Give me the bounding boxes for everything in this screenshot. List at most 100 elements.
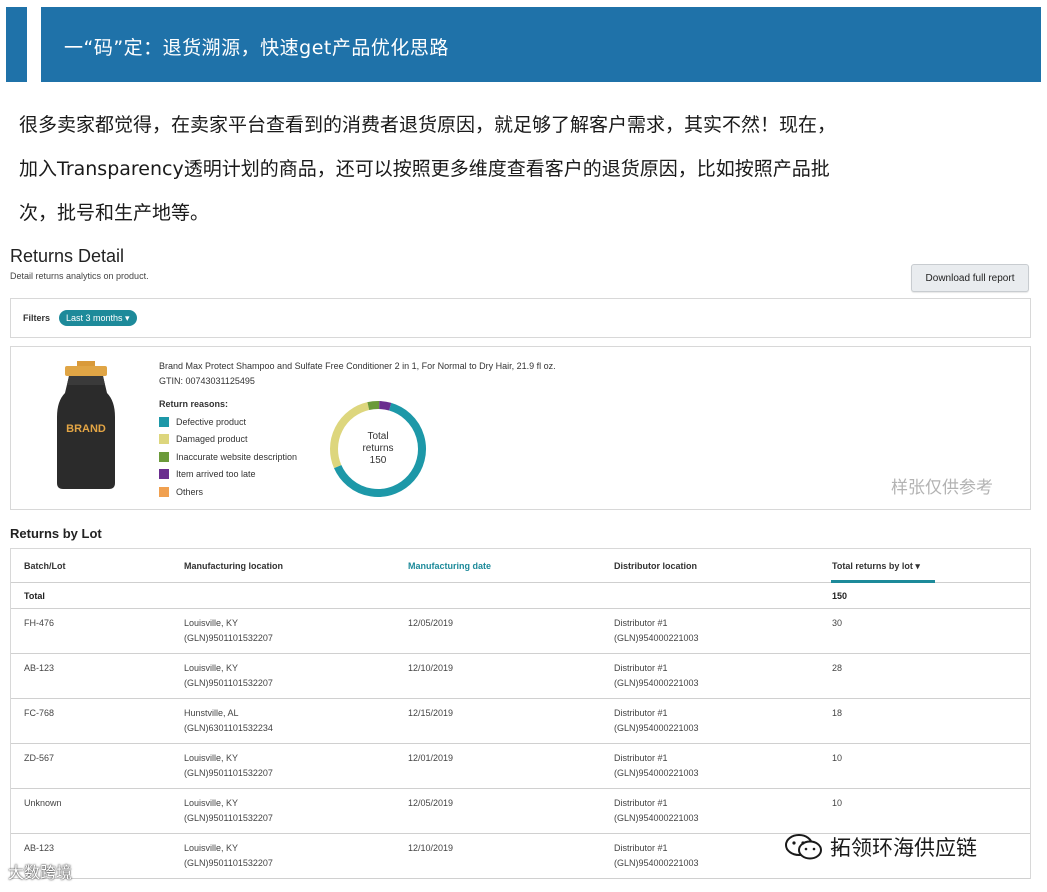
cell-manufacturing-date: 12/01/2019 <box>408 751 453 766</box>
column-manufacturing-date[interactable]: Manufacturing date <box>408 561 491 571</box>
cell-total-returns: 10 <box>832 751 842 766</box>
cell-distributor-location-line: Distributor #1 <box>614 708 668 718</box>
cell-total-returns-line: 18 <box>832 708 843 718</box>
cell-manufacturing-location: Louisville, KY (GLN)9501101532207 <box>184 616 273 646</box>
table-header: Batch/Lot Manufacturing location Manufac… <box>11 549 1030 583</box>
donut-total-label: Total <box>367 431 389 442</box>
cell-manufacturing-date-line: 12/05/2019 <box>408 798 454 808</box>
cell-distributor-location: Distributor #1 (GLN)954000221003 <box>614 661 699 691</box>
cell-manufacturing-date: 12/05/2019 <box>408 616 453 631</box>
legend-label: Defective product <box>176 416 247 427</box>
intro-paragraph: 很多卖家都觉得，在卖家平台查看到的消费者退货原因，就足够了解客户需求，其实不然！… <box>19 103 1029 235</box>
cell-total-returns-line: 10 <box>832 753 843 763</box>
page-title: Returns Detail <box>10 246 125 266</box>
cell-total-returns-line: 10 <box>832 798 843 808</box>
hidden-defs <box>0 238 1 239</box>
intro-line-2: 加入Transparency透明计划的商品，还可以按照更多维度查看客户的退货原因… <box>19 158 830 180</box>
cell-batch-lot-line: AB-123 <box>24 843 55 853</box>
legend-swatch <box>159 486 169 497</box>
source-watermark-right-text: 拓领环海供应链 <box>830 836 977 860</box>
cell-manufacturing-location-line: (GLN)9501101532207 <box>184 858 273 868</box>
cell-distributor-location-line: Distributor #1 <box>614 663 668 673</box>
cell-distributor-location: Distributor #1 (GLN)954000221003 <box>614 841 699 871</box>
cell-manufacturing-date-line: 12/01/2019 <box>408 753 454 763</box>
donut-slice <box>379 401 392 411</box>
column-batch-lot[interactable]: Batch/Lot <box>24 561 66 571</box>
cell-distributor-location: Distributor #1 (GLN)954000221003 <box>614 616 699 646</box>
cell-distributor-location: Distributor #1 (GLN)954000221003 <box>614 751 699 781</box>
cell-distributor-location-line: Distributor #1 <box>614 798 668 808</box>
cell-total-returns: 18 <box>832 706 842 721</box>
column-manufacturing-location[interactable]: Manufacturing location <box>184 561 283 571</box>
cell-batch-lot: FC-768 <box>24 706 54 721</box>
table-total-row: Total 150 <box>11 583 1030 609</box>
cell-batch-lot-line: FC-768 <box>24 708 55 718</box>
product-name: Brand Max Protect Shampoo and Sulfate Fr… <box>159 361 556 371</box>
cell-batch-lot: Unknown <box>24 796 62 811</box>
cell-manufacturing-location: Louisville, KY (GLN)9501101532207 <box>184 796 273 826</box>
cell-distributor-location-line: (GLN)954000221003 <box>614 768 699 778</box>
product-gtin: GTIN: 00743031125495 <box>159 376 255 386</box>
sample-watermark: 样张仅供参考 <box>891 478 993 498</box>
returns-detail-screenshot: Returns Detail Detail returns analytics … <box>0 238 1047 892</box>
cell-batch-lot-line: ZD-567 <box>24 753 55 763</box>
cell-total-returns-line: 28 <box>832 663 843 673</box>
returns-by-lot-title: Returns by Lot <box>10 526 102 541</box>
cell-distributor-location-line: Distributor #1 <box>614 618 668 628</box>
table-row: FC-768 Hunstville, AL (GLN)6301101532234 12… <box>11 699 1030 744</box>
filters-label: Filters <box>23 313 51 323</box>
legend-label: Inaccurate website description <box>176 451 298 462</box>
return-reasons-label: Return reasons: <box>159 399 229 409</box>
product-bottle-image: BRAND <box>57 361 115 489</box>
cell-manufacturing-date-line: 12/15/2019 <box>408 708 454 718</box>
donut-slice <box>367 401 380 411</box>
banner-title: 一“码”定：退货溯源，快速get产品优化思路 <box>64 37 449 59</box>
cell-distributor-location-line: (GLN)954000221003 <box>614 723 699 733</box>
cell-manufacturing-date-line: 12/05/2019 <box>408 618 454 628</box>
legend-label: Damaged product <box>176 434 248 445</box>
cell-manufacturing-location: Louisville, KY (GLN)9501101532207 <box>184 751 273 781</box>
cell-distributor-location: Distributor #1 (GLN)954000221003 <box>614 706 699 736</box>
legend-item: Others <box>159 483 297 501</box>
column-total-returns[interactable]: Total returns by lot ▾ <box>832 561 920 572</box>
cell-batch-lot-line: Unknown <box>24 798 62 808</box>
header-banner: 一“码”定：退货溯源，快速get产品优化思路 <box>6 7 1041 82</box>
download-report-button[interactable]: Download full report <box>911 264 1029 292</box>
cell-manufacturing-location-line: (GLN)9501101532207 <box>184 633 273 643</box>
intro-line-1: 很多卖家都觉得，在卖家平台查看到的消费者退货原因，就足够了解客户需求，其实不然！… <box>19 114 837 136</box>
cell-total-returns: 10 <box>832 796 842 811</box>
returns-by-lot-table: Batch/Lot Manufacturing location Manufac… <box>10 548 1031 879</box>
cell-manufacturing-location: Louisville, KY (GLN)9501101532207 <box>184 661 273 691</box>
cell-batch-lot: ZD-567 <box>24 751 54 766</box>
cell-manufacturing-date-line: 12/10/2019 <box>408 663 454 673</box>
table-row: Unknown Louisville, KY (GLN)9501101532207 1… <box>11 789 1030 834</box>
cell-total-returns: 30 <box>832 616 842 631</box>
total-value: 150 <box>832 591 848 601</box>
filters-bar: Filters Last 3 months ▾ <box>10 298 1031 338</box>
total-label: Total <box>24 591 45 601</box>
cell-batch-lot-line: AB-123 <box>24 663 55 673</box>
page-subtitle: Detail returns analytics on product. <box>10 271 149 281</box>
cell-manufacturing-location: Louisville, KY (GLN)9501101532207 <box>184 841 273 871</box>
legend-swatch <box>159 451 169 462</box>
date-range-filter[interactable]: Last 3 months ▾ <box>59 310 137 326</box>
table-row: ZD-567 Louisville, KY (GLN)9501101532207 12… <box>11 744 1030 789</box>
cell-batch-lot: FH-476 <box>24 616 54 631</box>
product-card: BRAND Brand Max Protect Shampoo and Sulf… <box>10 346 1031 510</box>
legend-item: Damaged product <box>159 431 297 449</box>
legend-swatch <box>159 469 169 480</box>
cell-total-returns: 28 <box>832 661 842 676</box>
cell-distributor-location-line: Distributor #1 <box>614 843 668 853</box>
legend-label: Others <box>176 486 204 497</box>
cell-batch-lot: AB-123 <box>24 841 54 856</box>
table-row: AB-123 Louisville, KY (GLN)9501101532207 12… <box>11 654 1030 699</box>
column-distributor-location[interactable]: Distributor location <box>614 561 697 571</box>
cell-manufacturing-date-line: 12/10/2019 <box>408 843 454 853</box>
cell-manufacturing-location-line: Louisville, KY <box>184 843 239 853</box>
cell-manufacturing-location-line: Louisville, KY <box>184 618 239 628</box>
wechat-icon <box>785 834 822 860</box>
legend-swatch <box>159 416 169 427</box>
cell-manufacturing-location-line: (GLN)6301101532234 <box>184 723 273 733</box>
legend-label: Item arrived too late <box>176 469 256 480</box>
legend-swatch <box>159 434 169 445</box>
